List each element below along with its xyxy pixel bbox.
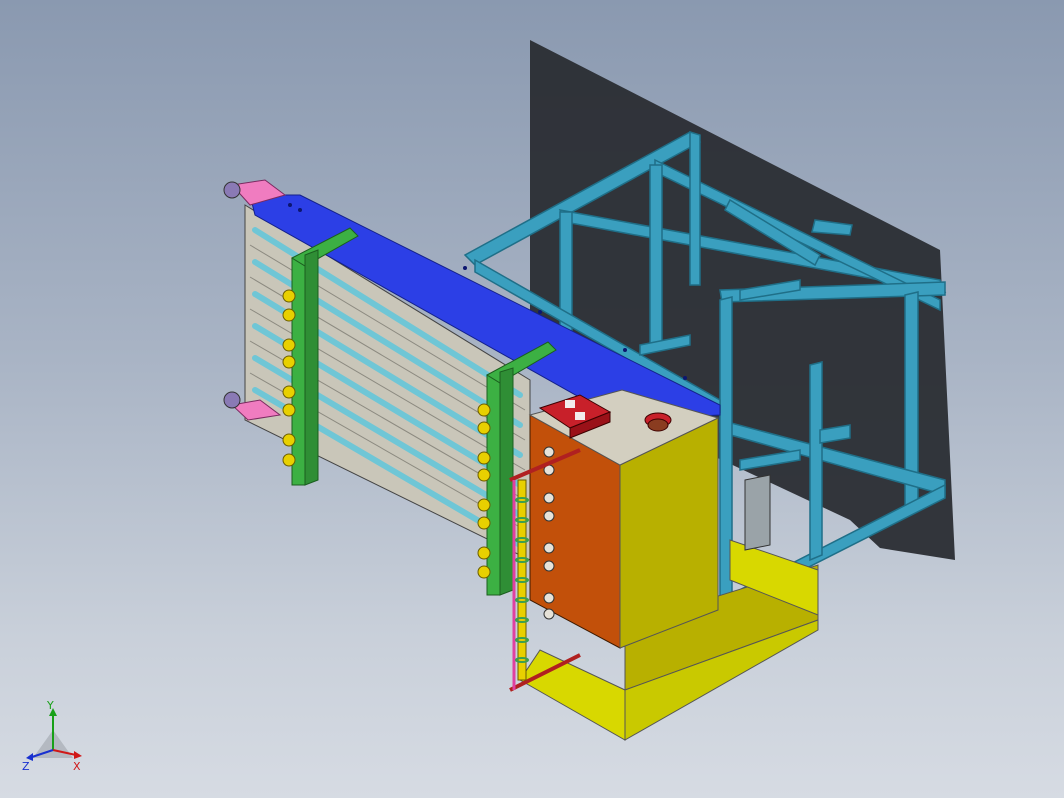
orientation-triad: Y X Z (22, 700, 82, 772)
yellow-enclosure[interactable] (528, 389, 720, 649)
inner-bracket[interactable] (744, 474, 771, 551)
x-axis-label: X (73, 760, 81, 772)
x-arrow-icon (74, 751, 82, 759)
cad-viewport[interactable]: Y X Z (0, 0, 1064, 798)
y-axis-label: Y (46, 700, 54, 712)
model-scene[interactable] (0, 0, 1064, 798)
yellow-spool[interactable] (517, 479, 527, 681)
z-axis-label: Z (22, 760, 30, 772)
